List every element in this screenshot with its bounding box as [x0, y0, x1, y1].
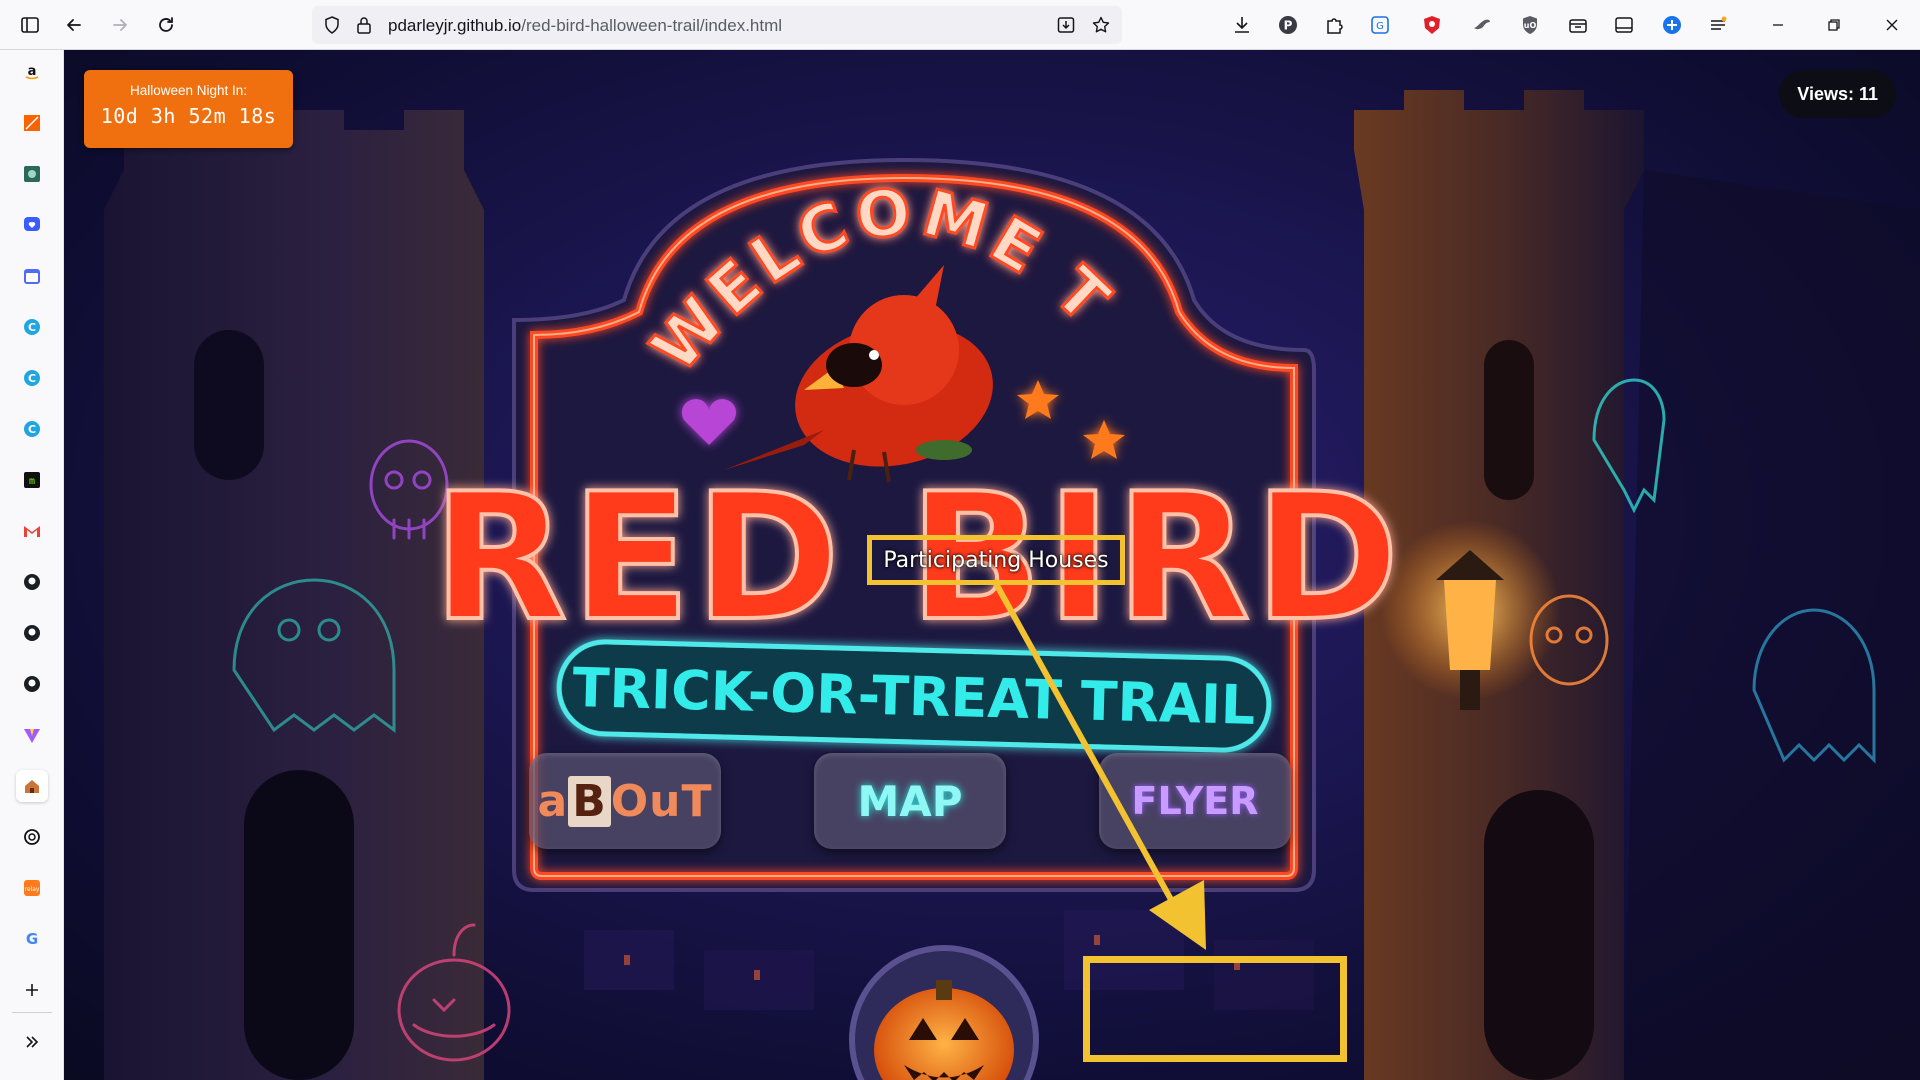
browser-toolbar: pdarleyjr.github.io/red-bird-halloween-t… — [0, 0, 1920, 50]
svg-text:G: G — [1376, 21, 1384, 32]
reader-icon[interactable] — [1612, 13, 1636, 37]
about-letter: u — [649, 775, 682, 827]
pumpkin-illustration — [849, 945, 1039, 1080]
back-arrow-icon[interactable] — [58, 9, 90, 41]
openai-icon[interactable] — [16, 821, 48, 853]
p-extension-icon[interactable]: P — [1276, 13, 1300, 37]
about-letter: B — [568, 775, 611, 827]
heart-chat-icon[interactable] — [16, 209, 48, 241]
about-letter: T — [681, 775, 713, 827]
translate-icon[interactable]: G — [1368, 13, 1392, 37]
vite-icon[interactable] — [16, 719, 48, 751]
participating-houses-hotspot[interactable] — [1083, 956, 1347, 1062]
download-icon[interactable] — [1230, 13, 1254, 37]
url-path: /red-bird-halloween-trail/index.html — [521, 16, 783, 35]
views-counter: Views: 11 — [1779, 70, 1896, 118]
close-icon[interactable] — [1880, 13, 1904, 37]
trail-banner: TRICK-OR-TREAT TRAIL — [556, 639, 1272, 753]
url-bar[interactable]: pdarleyjr.github.io/red-bird-halloween-t… — [312, 6, 1122, 44]
puzzle-extension-icon[interactable] — [1322, 13, 1346, 37]
web-page: WELCOME TO RED BIRD TRICK-OR-TREAT TRAIL… — [64, 50, 1920, 1080]
github-icon[interactable] — [16, 617, 48, 649]
container-icon[interactable] — [1566, 13, 1590, 37]
copilot-icon[interactable]: C — [16, 311, 48, 343]
participating-houses-tooltip: Participating Houses — [867, 535, 1125, 585]
countdown-label: Halloween Night In: — [129, 83, 248, 98]
gmail-icon[interactable] — [16, 515, 48, 547]
amazon-icon[interactable]: a — [16, 56, 48, 88]
house-tab-icon[interactable] — [16, 770, 48, 802]
sidebar-icon[interactable] — [14, 9, 46, 41]
reload-icon[interactable] — [150, 9, 182, 41]
copilot-icon[interactable]: C — [16, 413, 48, 445]
map-button[interactable]: MAP — [814, 753, 1006, 849]
svg-text:uO: uO — [1524, 21, 1537, 30]
sidebar-divider — [12, 1012, 52, 1013]
tooltip-text: Participating Houses — [883, 547, 1109, 573]
svg-text:a: a — [28, 64, 37, 79]
home-depot-icon[interactable] — [16, 107, 48, 139]
lock-icon[interactable] — [348, 9, 380, 41]
url-text[interactable]: pdarleyjr.github.io/red-bird-halloween-t… — [388, 16, 782, 36]
svg-text:C: C — [28, 423, 36, 436]
github-icon[interactable] — [16, 668, 48, 700]
menu-icon[interactable] — [1706, 13, 1730, 37]
svg-text:G: G — [26, 930, 38, 948]
google-icon[interactable]: G — [16, 923, 48, 955]
star-icon[interactable] — [1085, 9, 1117, 41]
svg-text:relay: relay — [25, 886, 40, 893]
about-letter: a — [537, 775, 569, 827]
save-to-pocket-icon[interactable] — [1050, 9, 1082, 41]
flyer-button[interactable]: FLYER — [1099, 753, 1291, 849]
svg-text:m: m — [29, 476, 35, 487]
minimize-icon[interactable] — [1766, 13, 1790, 37]
photo-app-icon[interactable] — [16, 158, 48, 190]
url-host: pdarleyjr.github.io — [388, 16, 522, 35]
brave-shield-icon[interactable] — [1420, 13, 1444, 37]
double-chevron-icon[interactable] — [16, 1026, 48, 1058]
browser-sidebar: a C C C m relay G — [0, 50, 64, 1080]
about-letter: O — [610, 775, 650, 827]
restore-icon[interactable] — [1822, 13, 1846, 37]
left-tower — [104, 110, 484, 1080]
plus-icon[interactable] — [16, 974, 48, 1006]
github-icon[interactable] — [16, 566, 48, 598]
countdown-value: 10d 3h 52m 18s — [100, 104, 277, 128]
about-button[interactable]: aBOuT — [529, 753, 721, 849]
forward-arrow-icon[interactable] — [104, 9, 136, 41]
svg-text:C: C — [28, 372, 36, 385]
countdown-badge: Halloween Night In: 10d 3h 52m 18s — [84, 70, 293, 148]
ublock-icon[interactable]: uO — [1518, 13, 1542, 37]
globe-extension-icon[interactable] — [1660, 13, 1684, 37]
firefox-relay-icon[interactable]: relay — [16, 872, 48, 904]
shield-icon[interactable] — [316, 9, 348, 41]
copilot-icon[interactable]: C — [16, 362, 48, 394]
bird-extension-icon[interactable] — [1470, 13, 1494, 37]
svg-text:P: P — [1284, 19, 1293, 33]
svg-text:C: C — [28, 321, 36, 334]
calendar-icon[interactable] — [16, 260, 48, 292]
terminal-icon[interactable]: m — [16, 464, 48, 496]
